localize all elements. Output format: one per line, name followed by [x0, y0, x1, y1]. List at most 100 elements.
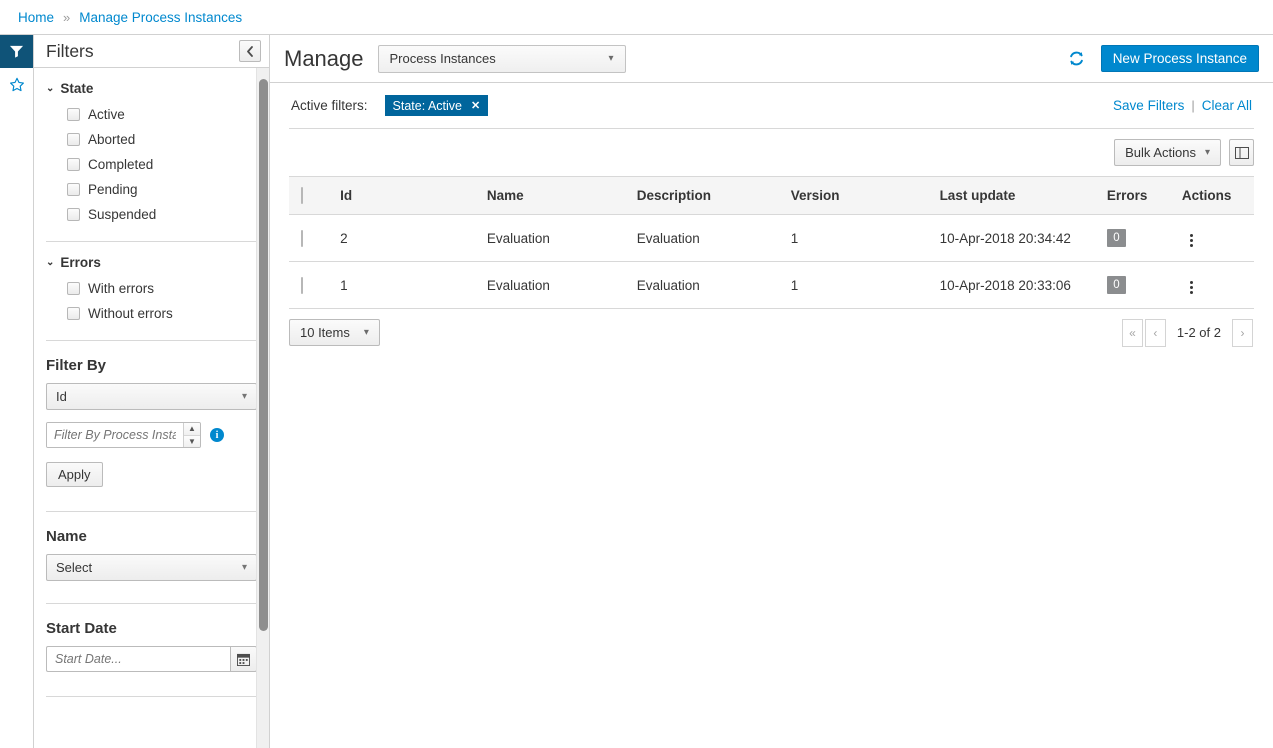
active-filter-chip-label: State: Active [392, 98, 463, 113]
stepper-down-button[interactable]: ▼ [184, 435, 200, 447]
filter-checkbox-with-errors[interactable]: With errors [46, 276, 257, 301]
stepper-up-button[interactable]: ▲ [184, 423, 200, 436]
filter-group-state-header[interactable]: ⌄ State [46, 81, 257, 96]
number-stepper: ▲ ▼ [183, 423, 200, 447]
filter-checkbox-label: Suspended [88, 207, 157, 222]
table-row[interactable]: 2 Evaluation Evaluation 1 10-Apr-2018 20… [289, 214, 1254, 262]
select-all-header [289, 176, 331, 215]
table-header-row: Id Name Description Version Last update … [289, 176, 1254, 215]
page-size-dropdown[interactable]: 10 Items ▾ [289, 319, 380, 346]
divider [46, 696, 257, 697]
content-wrapper: Active filters: State: Active ✕ Save Fil… [270, 83, 1273, 356]
entity-type-select[interactable]: Process Instances ▾ [377, 44, 626, 73]
breadcrumb-separator: » [63, 9, 71, 25]
remove-filter-icon[interactable]: ✕ [471, 99, 480, 112]
start-date-input-row [46, 646, 257, 672]
column-header-name[interactable]: Name [476, 176, 627, 215]
filters-scroll-area: ⌄ State Active Aborted Completed Pending… [34, 68, 269, 748]
filter-icon [9, 45, 24, 58]
favorites-toggle[interactable] [0, 68, 33, 101]
checkbox-box[interactable] [67, 158, 80, 171]
cell-errors: 0 [1096, 261, 1172, 309]
filter-by-select[interactable]: Id ▾ [46, 383, 257, 410]
cell-description: Evaluation [626, 261, 781, 309]
filter-group-errors-header[interactable]: ⌄ Errors [46, 255, 257, 270]
checkbox-box[interactable] [67, 208, 80, 221]
cell-id: 2 [330, 214, 477, 262]
checkbox-box[interactable] [67, 307, 80, 320]
filter-group-errors-label: Errors [60, 255, 101, 270]
refresh-button[interactable] [1065, 47, 1089, 71]
errors-badge: 0 [1106, 229, 1126, 247]
name-filter-select[interactable]: Select ▾ [46, 554, 257, 581]
first-page-button[interactable]: « [1121, 318, 1143, 347]
row-actions-menu-icon[interactable] [1182, 230, 1201, 251]
filter-checkbox-aborted[interactable]: Aborted [46, 127, 257, 152]
info-icon[interactable]: i [210, 428, 224, 442]
filter-checkbox-pending[interactable]: Pending [46, 177, 257, 202]
checkbox-box[interactable] [67, 133, 80, 146]
sidebar-scrollbar-thumb[interactable] [259, 79, 268, 631]
bulk-actions-label: Bulk Actions [1125, 145, 1196, 160]
filter-by-input-wrapper: ▲ ▼ [46, 422, 201, 448]
column-header-id[interactable]: Id [330, 176, 477, 215]
new-process-instance-button[interactable]: New Process Instance [1100, 45, 1259, 72]
filters-panel: Filters ⌄ State Active Aborted Completed… [33, 35, 270, 748]
column-header-version[interactable]: Version [780, 176, 930, 215]
breadcrumb-current-link[interactable]: Manage Process Instances [79, 10, 242, 25]
filter-checkbox-suspended[interactable]: Suspended [46, 202, 257, 227]
checkbox-box[interactable] [67, 183, 80, 196]
filter-by-input[interactable] [47, 423, 183, 447]
collapse-filters-button[interactable] [239, 40, 261, 62]
calendar-button[interactable] [230, 646, 257, 672]
page-body: Filters ⌄ State Active Aborted Completed… [0, 35, 1273, 748]
row-select-cell [289, 214, 331, 262]
save-filters-link[interactable]: Save Filters [1113, 98, 1184, 113]
active-filters-label: Active filters: [291, 98, 368, 113]
start-date-input[interactable] [46, 646, 230, 672]
active-filters-bar: Active filters: State: Active ✕ Save Fil… [289, 83, 1254, 129]
pager: « ‹ 1-2 of 2 › [1121, 318, 1254, 347]
column-header-actions: Actions [1171, 176, 1254, 215]
column-header-errors[interactable]: Errors [1096, 176, 1172, 215]
divider [46, 340, 257, 341]
chevron-down-icon: ▾ [608, 53, 614, 64]
filter-checkbox-active[interactable]: Active [46, 102, 257, 127]
row-checkbox[interactable] [301, 229, 303, 247]
checkbox-box[interactable] [67, 108, 80, 121]
filter-by-select-value: Id [56, 389, 67, 404]
column-header-description[interactable]: Description [626, 176, 781, 215]
row-checkbox[interactable] [301, 276, 303, 294]
filter-group-errors: ⌄ Errors With errors Without errors [46, 242, 257, 326]
filter-checkbox-without-errors[interactable]: Without errors [46, 301, 257, 326]
filter-by-title: Filter By [46, 357, 107, 374]
name-filter-title: Name [46, 528, 87, 545]
breadcrumb-home-link[interactable]: Home [18, 10, 54, 25]
table-row[interactable]: 1 Evaluation Evaluation 1 10-Apr-2018 20… [289, 261, 1254, 309]
main-content: Manage Process Instances ▾ New Process I… [270, 35, 1273, 748]
bulk-actions-dropdown[interactable]: Bulk Actions ▾ [1114, 139, 1221, 166]
next-page-button[interactable]: › [1232, 318, 1253, 347]
column-chooser-button[interactable] [1229, 139, 1254, 166]
page-size-label: 10 Items [300, 325, 350, 340]
row-actions-menu-icon[interactable] [1182, 277, 1201, 298]
prev-page-button[interactable]: ‹ [1144, 318, 1166, 347]
chevron-down-icon: ▾ [241, 391, 247, 402]
cell-name: Evaluation [476, 261, 627, 309]
chevron-down-icon: ▾ [1204, 147, 1210, 158]
filter-group-state: ⌄ State Active Aborted Completed Pending… [46, 68, 257, 227]
pagination-row: 10 Items ▾ « ‹ 1-2 of 2 › [289, 309, 1254, 356]
select-all-checkbox[interactable] [301, 187, 303, 204]
sidebar-scrollbar-track[interactable] [256, 68, 269, 748]
apply-filter-button[interactable]: Apply [46, 462, 103, 487]
filter-panel-toggle[interactable] [0, 35, 33, 68]
columns-toggle-icon [1234, 146, 1249, 159]
clear-all-link[interactable]: Clear All [1202, 98, 1252, 113]
filter-checkbox-completed[interactable]: Completed [46, 152, 257, 177]
column-header-last-update[interactable]: Last update [929, 176, 1097, 215]
filter-group-state-label: State [60, 81, 94, 96]
name-filter-select-value: Select [56, 560, 93, 575]
row-select-cell [289, 261, 331, 309]
checkbox-box[interactable] [67, 282, 80, 295]
cell-last-update: 10-Apr-2018 20:33:06 [929, 261, 1097, 309]
